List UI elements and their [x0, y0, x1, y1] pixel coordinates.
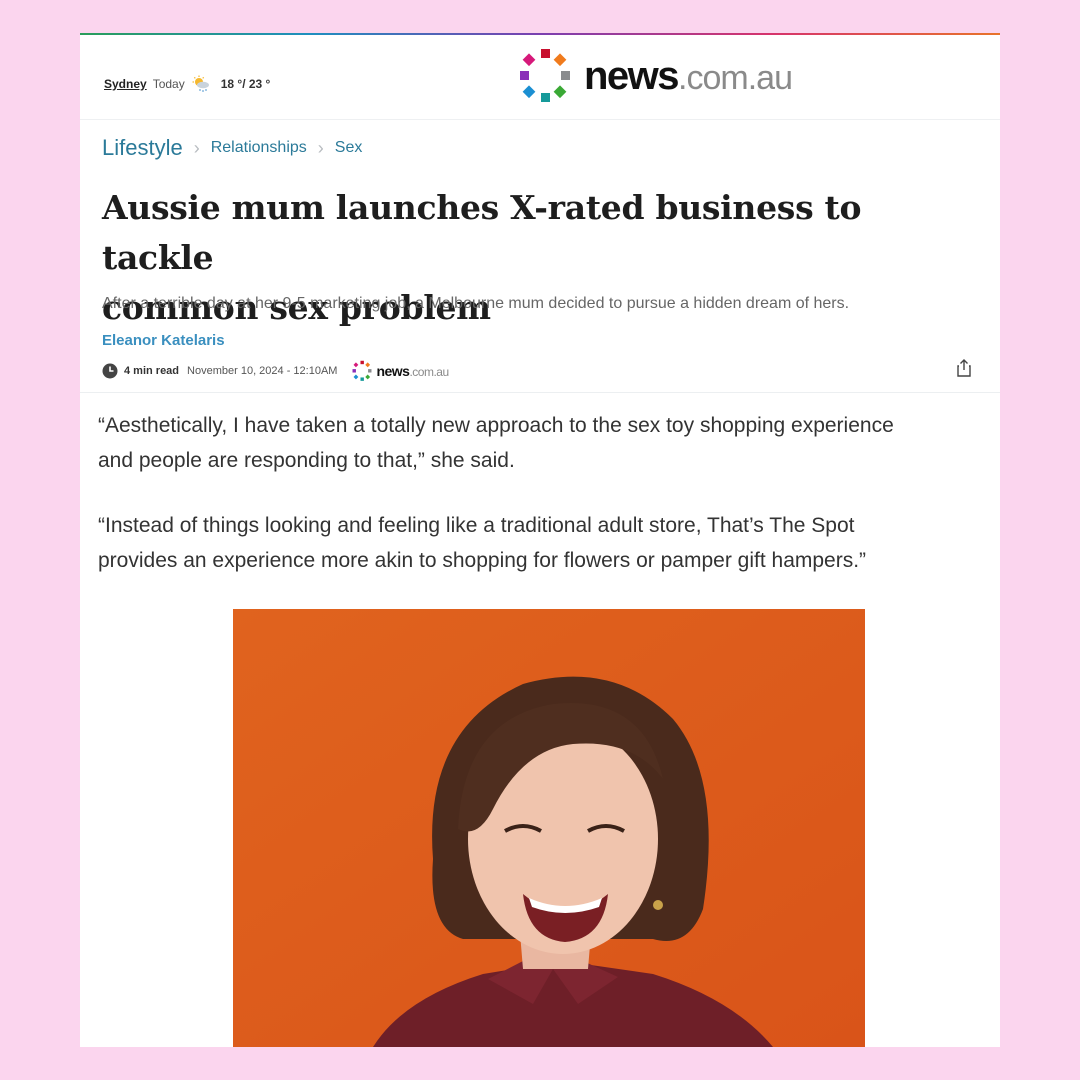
source-logo: news.com.au	[351, 360, 449, 382]
paragraph-line: “Instead of things looking and feeling l…	[98, 514, 855, 537]
chevron-right-icon: ›	[317, 137, 324, 158]
article-page: Sydney Today 18 °/ 23 ° news.com.au Life…	[80, 33, 1000, 1047]
source-logo-text: news.com.au	[376, 363, 449, 379]
share-icon[interactable]	[956, 359, 972, 377]
breadcrumb-sex[interactable]: Sex	[335, 139, 363, 157]
paragraph-line: “Aesthetically, I have taken a totally n…	[98, 414, 894, 437]
article-meta: 4 min read November 10, 2024 - 12:10AM n…	[102, 359, 972, 382]
breadcrumb-lifestyle[interactable]: Lifestyle	[102, 135, 183, 161]
article-photo	[233, 609, 865, 1047]
author-link[interactable]: Eleanor Katelaris	[102, 332, 225, 349]
read-time: 4 min read	[124, 365, 180, 377]
partly-cloudy-rain-icon	[192, 75, 209, 92]
news-flower-icon	[520, 49, 570, 102]
article-paragraph: “Aesthetically, I have taken a totally n…	[98, 408, 984, 478]
site-header: Sydney Today 18 °/ 23 ° news.com.au	[80, 35, 1000, 120]
logo-text: news.com.au	[584, 53, 793, 98]
article-paragraph: “Instead of things looking and feeling l…	[98, 508, 984, 578]
headline-line: Aussie mum launches X-rated business to …	[102, 188, 862, 277]
weather-temps: 18 °/ 23 °	[220, 77, 271, 91]
article-standfirst: After a terrible day at her 9-5 marketin…	[102, 295, 850, 312]
clock-icon	[102, 363, 118, 379]
weather-city[interactable]: Sydney	[104, 77, 147, 91]
breadcrumb-relationships[interactable]: Relationships	[211, 139, 307, 157]
publish-date: November 10, 2024 - 12:10AM	[187, 365, 338, 377]
divider	[80, 392, 1000, 393]
breadcrumb: Lifestyle › Relationships › Sex	[102, 135, 362, 161]
site-logo[interactable]: news.com.au	[516, 47, 793, 105]
news-flower-icon	[352, 360, 372, 381]
photo-portrait	[233, 609, 865, 1047]
weather-widget[interactable]: Sydney Today 18 °/ 23 °	[104, 75, 270, 93]
paragraph-line: provides an experience more akin to shop…	[98, 549, 867, 572]
paragraph-line: and people are responding to that,” she …	[98, 449, 515, 472]
weather-day: Today	[152, 77, 185, 91]
chevron-right-icon: ›	[193, 137, 200, 158]
